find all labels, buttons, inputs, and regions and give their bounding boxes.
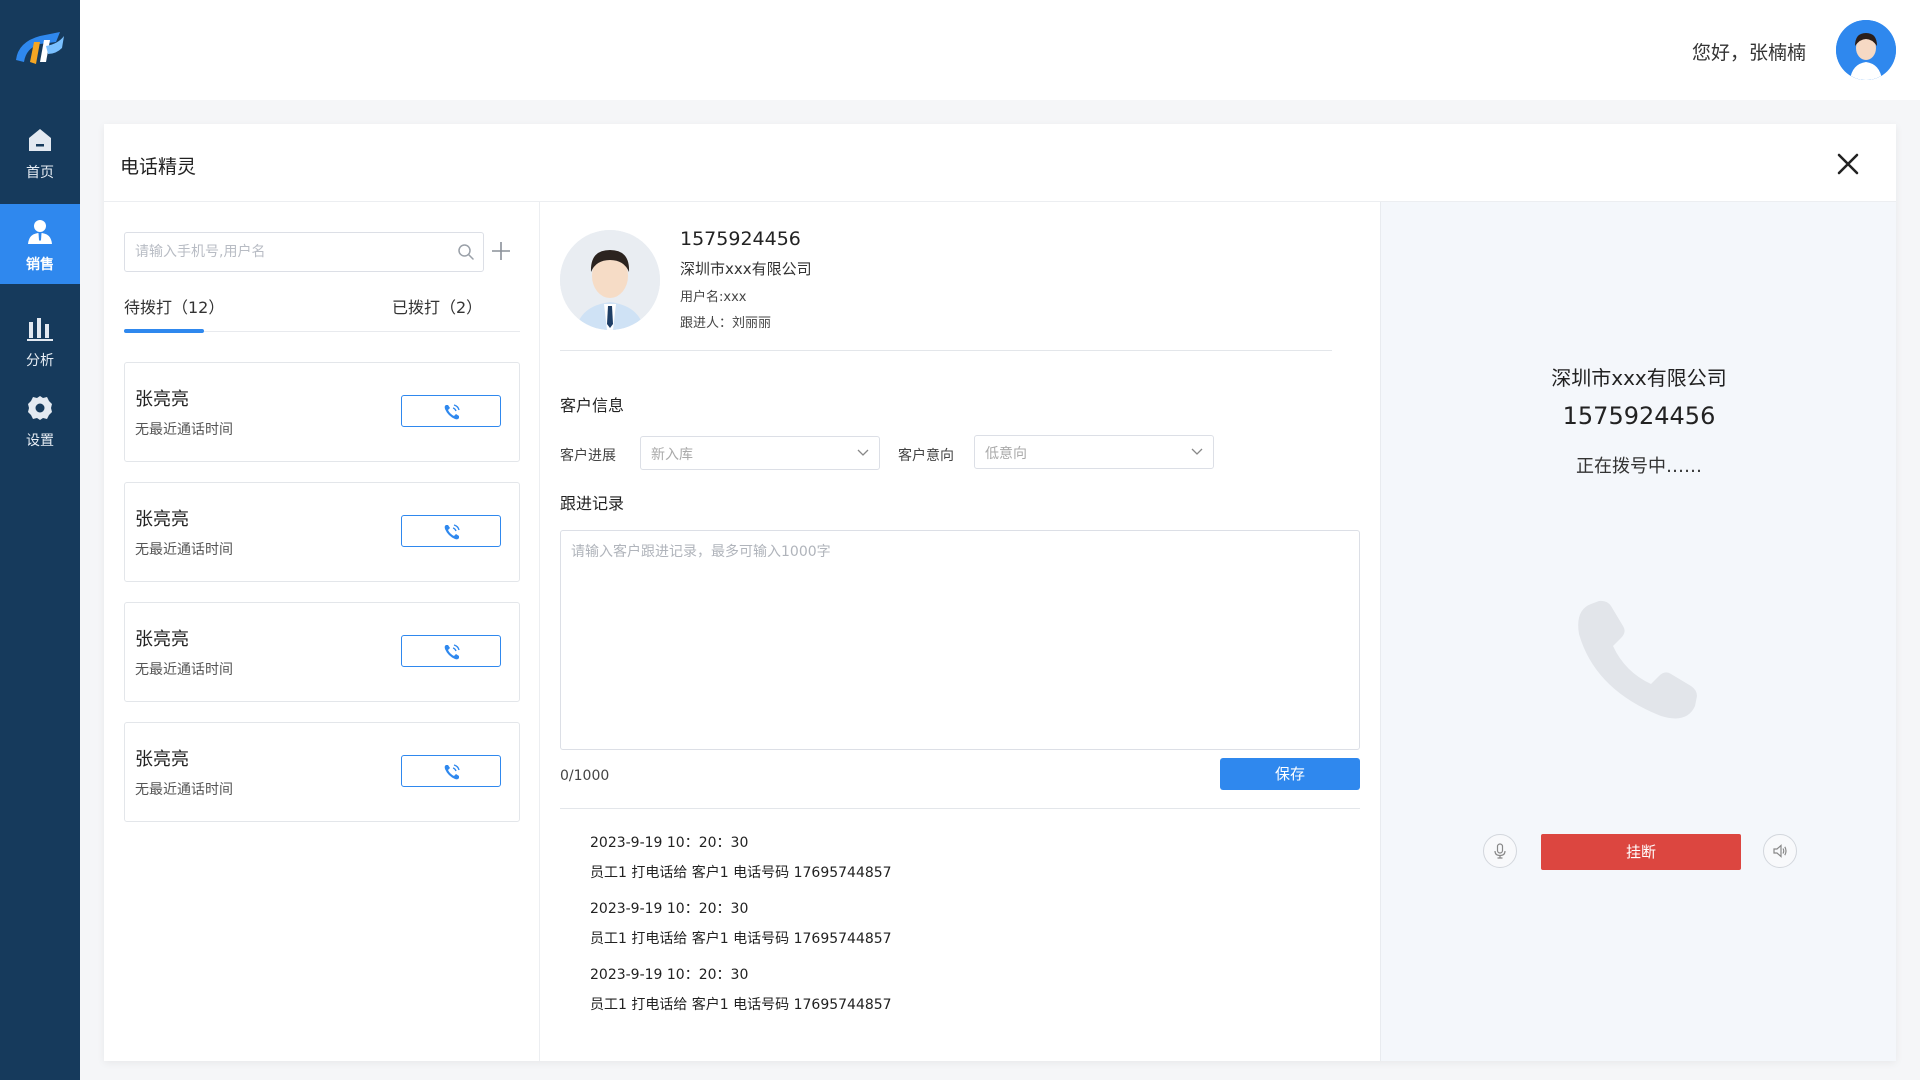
search-input[interactable] <box>125 233 445 271</box>
call-button[interactable] <box>401 755 501 787</box>
call-button[interactable] <box>401 395 501 427</box>
progress-label: 客户进展 <box>560 448 616 464</box>
call-record: 2023-9-19 10：20：30 员工1 打电话给 客户1 电话号码 176… <box>590 964 892 1014</box>
nav-item-analysis[interactable]: 分析 <box>0 300 80 380</box>
customer-avatar-image <box>560 230 660 330</box>
customer-avatar <box>560 230 660 330</box>
dialing-company: 深圳市xxx有限公司 <box>1551 366 1727 390</box>
call-tabs: 待拨打（12） 已拨打（2） <box>124 294 520 333</box>
phone-call-icon <box>444 404 460 420</box>
microphone-icon <box>1494 843 1506 859</box>
contact-card[interactable]: 张亮亮 无最近通话时间 <box>124 722 520 822</box>
contact-name: 张亮亮 <box>135 749 189 770</box>
sidebar: 首页 销售 分析 设置 <box>0 0 80 1080</box>
search-box <box>124 232 484 272</box>
hangup-button[interactable]: 挂断 <box>1541 834 1741 870</box>
modal-header: 电话精灵 <box>104 124 1896 202</box>
contact-name: 张亮亮 <box>135 389 189 410</box>
nav-item-sales[interactable]: 销售 <box>0 204 80 284</box>
app-logo[interactable] <box>10 26 70 70</box>
divider <box>560 350 1332 351</box>
dialing-status: 正在拨号中…… <box>1576 456 1702 477</box>
contact-name: 张亮亮 <box>135 629 189 650</box>
add-icon[interactable] <box>490 240 512 262</box>
user-avatar[interactable] <box>1836 20 1896 80</box>
home-icon <box>29 129 51 151</box>
chevron-down-icon <box>1191 448 1203 455</box>
nav-item-home[interactable]: 首页 <box>0 112 80 192</box>
contact-name: 张亮亮 <box>135 509 189 530</box>
char-count: 0/1000 <box>560 768 610 784</box>
gear-icon <box>28 396 52 420</box>
record-time: 2023-9-19 10：20：30 <box>590 835 749 851</box>
close-icon[interactable] <box>1836 152 1860 176</box>
call-record: 2023-9-19 10：20：30 员工1 打电话给 客户1 电话号码 176… <box>590 898 892 948</box>
record-time: 2023-9-19 10：20：30 <box>590 967 749 983</box>
call-record: 2023-9-19 10：20：30 员工1 打电话给 客户1 电话号码 176… <box>590 832 892 882</box>
customer-detail-panel: 1575924456 深圳市xxx有限公司 用户名:xxx 跟进人：刘丽丽 客户… <box>540 202 1380 1061</box>
dialing-panel: 深圳市xxx有限公司 1575924456 正在拨号中…… 挂断 <box>1380 202 1896 1061</box>
contact-last-call: 无最近通话时间 <box>135 422 233 438</box>
nav-label-analysis: 分析 <box>26 353 54 369</box>
search-icon[interactable] <box>457 243 475 261</box>
contact-last-call: 无最近通话时间 <box>135 542 233 558</box>
intent-value: 低意向 <box>985 446 1027 462</box>
dialing-number: 1575924456 <box>1562 402 1716 430</box>
call-button[interactable] <box>401 635 501 667</box>
chevron-down-icon <box>857 449 869 456</box>
nav-label-home: 首页 <box>26 165 54 181</box>
customer-company: 深圳市xxx有限公司 <box>680 260 812 278</box>
tab-dialed[interactable]: 已拨打（2） <box>392 294 482 318</box>
record-detail: 员工1 打电话给 客户1 电话号码 17695744857 <box>590 931 892 947</box>
customer-phone: 1575924456 <box>680 228 801 250</box>
intent-select[interactable]: 低意向 <box>974 435 1214 469</box>
modal-title: 电话精灵 <box>120 156 197 178</box>
user-icon <box>28 220 52 244</box>
intent-label: 客户意向 <box>898 448 954 464</box>
contact-list-panel: 待拨打（12） 已拨打（2） 张亮亮 无最近通话时间 张亮亮 无最近通话时间 <box>104 202 540 1061</box>
phone-icon <box>1578 600 1697 719</box>
progress-value: 新入库 <box>651 447 693 463</box>
customer-info-title: 客户信息 <box>560 396 625 415</box>
progress-select[interactable]: 新入库 <box>640 436 880 470</box>
record-time: 2023-9-19 10：20：30 <box>590 901 749 917</box>
mute-button[interactable] <box>1483 834 1517 868</box>
phone-call-icon <box>444 524 460 540</box>
followup-title: 跟进记录 <box>560 494 625 513</box>
speaker-icon <box>1773 844 1787 858</box>
contact-last-call: 无最近通话时间 <box>135 662 233 678</box>
nav-item-settings[interactable]: 设置 <box>0 380 80 460</box>
phone-assistant-modal: 电话精灵 待拨打（12） 已拨打（2） 张亮亮 无最近通话时间 <box>104 124 1896 1061</box>
top-header: 您好，张楠楠 <box>80 0 1920 100</box>
contact-card[interactable]: 张亮亮 无最近通话时间 <box>124 362 520 462</box>
nav-label-sales: 销售 <box>26 257 54 273</box>
nav-label-settings: 设置 <box>26 433 54 449</box>
followup-textarea[interactable] <box>561 531 1359 749</box>
active-tab-indicator <box>124 329 204 333</box>
tab-pending[interactable]: 待拨打（12） <box>124 294 224 318</box>
speaker-button[interactable] <box>1763 834 1797 868</box>
record-detail: 员工1 打电话给 客户1 电话号码 17695744857 <box>590 997 892 1013</box>
save-button[interactable]: 保存 <box>1220 758 1360 790</box>
avatar-image <box>1836 20 1896 80</box>
phone-call-icon <box>444 764 460 780</box>
customer-username: 用户名:xxx <box>680 290 747 305</box>
followup-textarea-wrap <box>560 530 1360 750</box>
greeting-text: 您好，张楠楠 <box>1691 42 1806 64</box>
record-detail: 员工1 打电话给 客户1 电话号码 17695744857 <box>590 865 892 881</box>
phone-call-icon <box>444 644 460 660</box>
call-button[interactable] <box>401 515 501 547</box>
contact-card[interactable]: 张亮亮 无最近通话时间 <box>124 602 520 702</box>
divider <box>560 808 1360 809</box>
contact-card[interactable]: 张亮亮 无最近通话时间 <box>124 482 520 582</box>
bar-chart-icon <box>27 318 53 341</box>
customer-follower: 跟进人：刘丽丽 <box>680 316 772 331</box>
contact-last-call: 无最近通话时间 <box>135 782 233 798</box>
